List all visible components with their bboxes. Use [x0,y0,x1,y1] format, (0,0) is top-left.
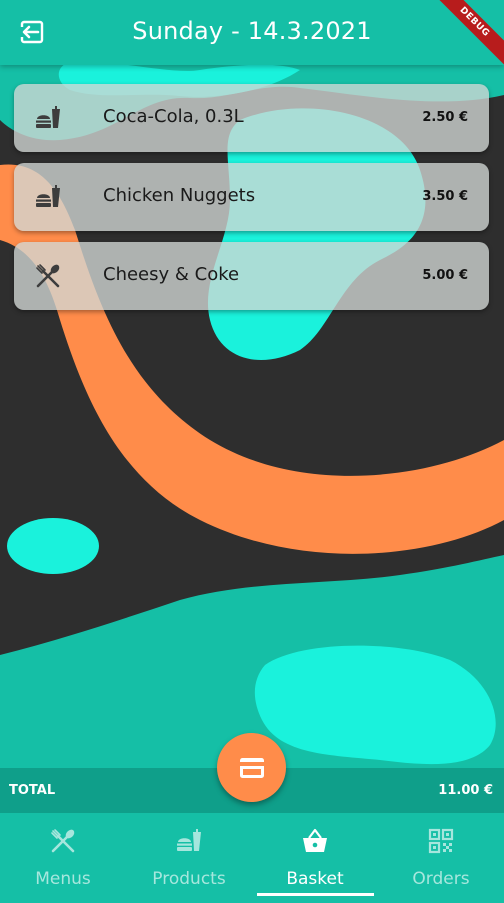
item-name: Coca-Cola, 0.3L [103,106,244,127]
utensils-icon [51,829,75,853]
active-tab-indicator [257,893,374,896]
fastfood-icon [177,829,201,851]
utensils-icon [36,264,60,288]
item-price: 3.50 € [422,189,468,204]
nav-item-orders[interactable]: Orders [378,813,504,903]
page-title: Sunday - 14.3.2021 [132,17,372,45]
nav-label: Basket [286,869,344,889]
basket-item[interactable]: Coca-Cola, 0.3L 2.50 € [14,84,489,152]
basket-item[interactable]: Cheesy & Coke 5.00 € [14,242,489,310]
item-name: Cheesy & Coke [103,264,240,285]
basket-item[interactable]: Chicken Nuggets 3.50 € [14,163,489,231]
basket-icon [303,828,327,852]
qr-code-icon [428,828,454,854]
fastfood-icon [36,185,60,207]
nav-label: Menus [35,869,91,889]
total-value: 11.00 € [438,783,493,798]
nav-item-basket[interactable]: Basket [252,813,378,903]
checkout-button[interactable] [217,733,286,802]
credit-card-icon [239,757,264,778]
bottom-navigation: Menus Products Basket Orders [0,813,504,903]
item-name: Chicken Nuggets [103,185,256,206]
fastfood-icon [36,106,60,128]
item-price: 5.00 € [422,268,468,283]
nav-item-products[interactable]: Products [126,813,252,903]
app-bar: Sunday - 14.3.2021 [0,0,504,65]
nav-label: Products [152,869,226,889]
total-label: TOTAL [9,783,56,798]
nav-label: Orders [412,869,470,889]
item-price: 2.50 € [422,110,468,125]
basket-list: Coca-Cola, 0.3L 2.50 € Chicken Nuggets 3… [14,84,489,321]
nav-item-menus[interactable]: Menus [0,813,126,903]
